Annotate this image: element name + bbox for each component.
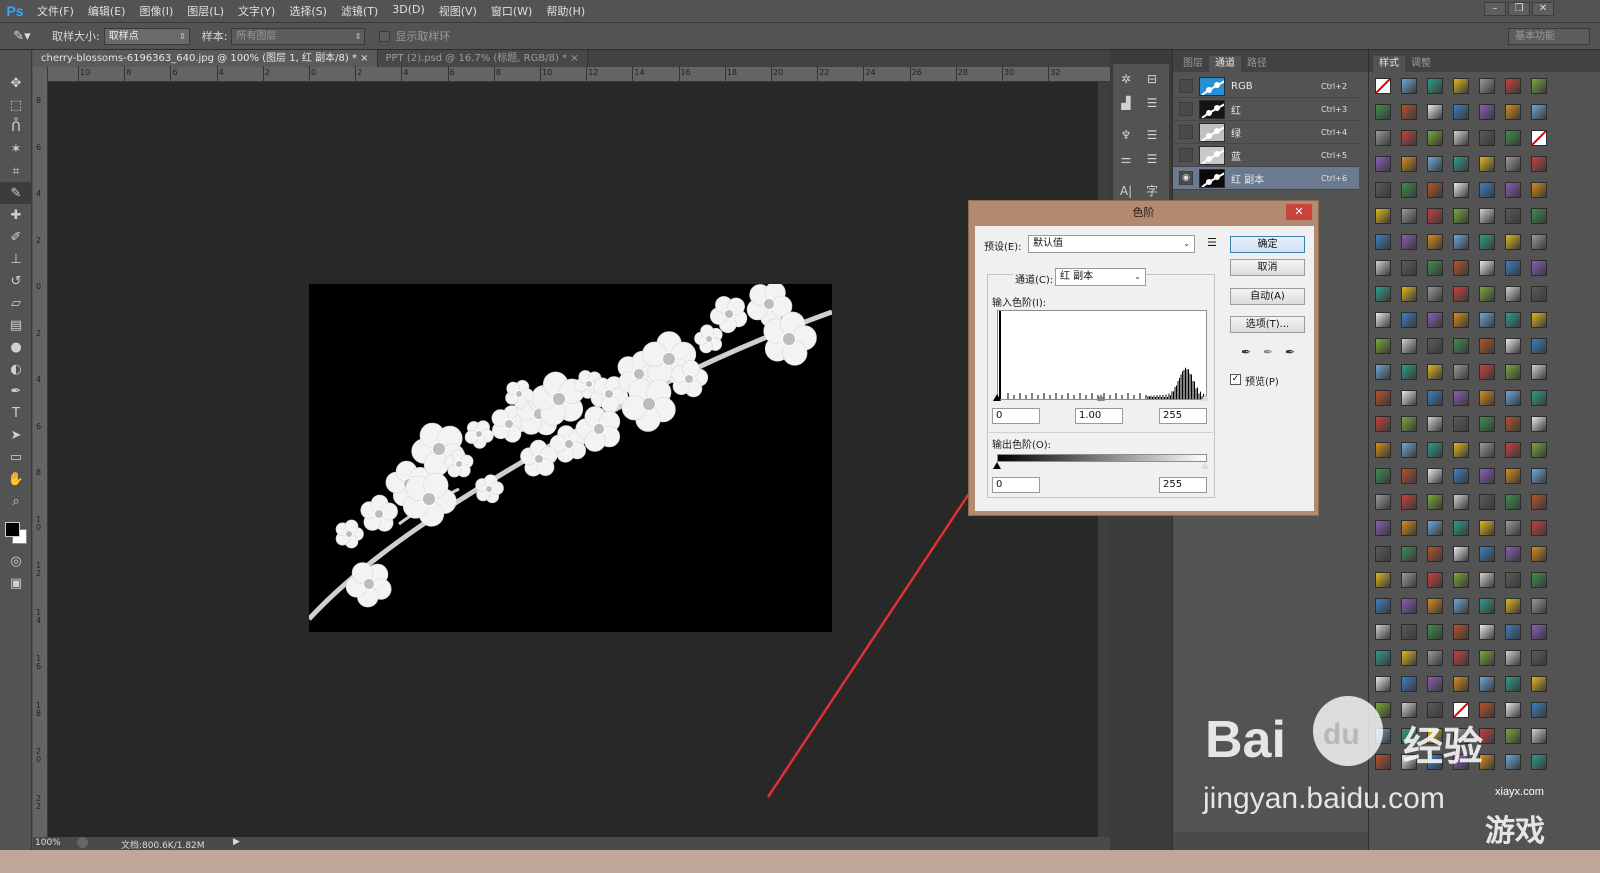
levels-dialog: 色阶 ✕ 预设(E): 默认值 ⌄ ☰ 通道(C): 红 副本 ⌄ 输入色阶(I):…	[968, 200, 1319, 516]
black-point-eyedropper-icon[interactable]: ✒	[1239, 345, 1253, 359]
ok-button[interactable]: 确定	[1230, 236, 1305, 253]
output-gradient-bar	[997, 454, 1207, 462]
input-white-slider[interactable]	[1201, 394, 1209, 401]
preview-label: 预览(P)	[1245, 377, 1279, 388]
channel-label: 通道(C):	[1013, 271, 1056, 286]
preset-select[interactable]: 默认值 ⌄	[1028, 235, 1195, 253]
auto-button[interactable]: 自动(A)	[1230, 288, 1305, 305]
input-levels-label: 输入色阶(I):	[992, 298, 1047, 309]
white-point-eyedropper-icon[interactable]: ✒	[1283, 345, 1297, 359]
histogram	[997, 310, 1207, 400]
output-black-slider[interactable]	[993, 462, 1001, 469]
dialog-title: 色阶	[1132, 206, 1155, 219]
gray-point-eyedropper-icon[interactable]: ✒	[1261, 345, 1275, 359]
preset-options-icon[interactable]: ☰	[1207, 236, 1217, 249]
output-white-slider[interactable]	[1201, 462, 1209, 469]
cancel-button[interactable]: 取消	[1230, 259, 1305, 276]
channel-select[interactable]: 红 副本 ⌄	[1055, 268, 1146, 286]
input-gamma-field[interactable]: 1.00	[1075, 408, 1123, 424]
input-black-field[interactable]: 0	[992, 408, 1040, 424]
input-white-field[interactable]: 255	[1159, 408, 1207, 424]
annotation-arrow	[766, 452, 996, 798]
output-levels-label: 输出色阶(O):	[992, 440, 1052, 451]
options-button[interactable]: 选项(T)...	[1230, 316, 1305, 333]
input-black-slider[interactable]	[993, 394, 1001, 401]
dialog-close-button[interactable]: ✕	[1286, 204, 1312, 220]
output-black-field[interactable]: 0	[992, 477, 1040, 493]
preview-checkbox[interactable]: ✓	[1230, 374, 1241, 385]
output-white-field[interactable]: 255	[1159, 477, 1207, 493]
input-gamma-slider[interactable]	[1097, 394, 1105, 401]
preset-label: 预设(E):	[984, 242, 1022, 253]
